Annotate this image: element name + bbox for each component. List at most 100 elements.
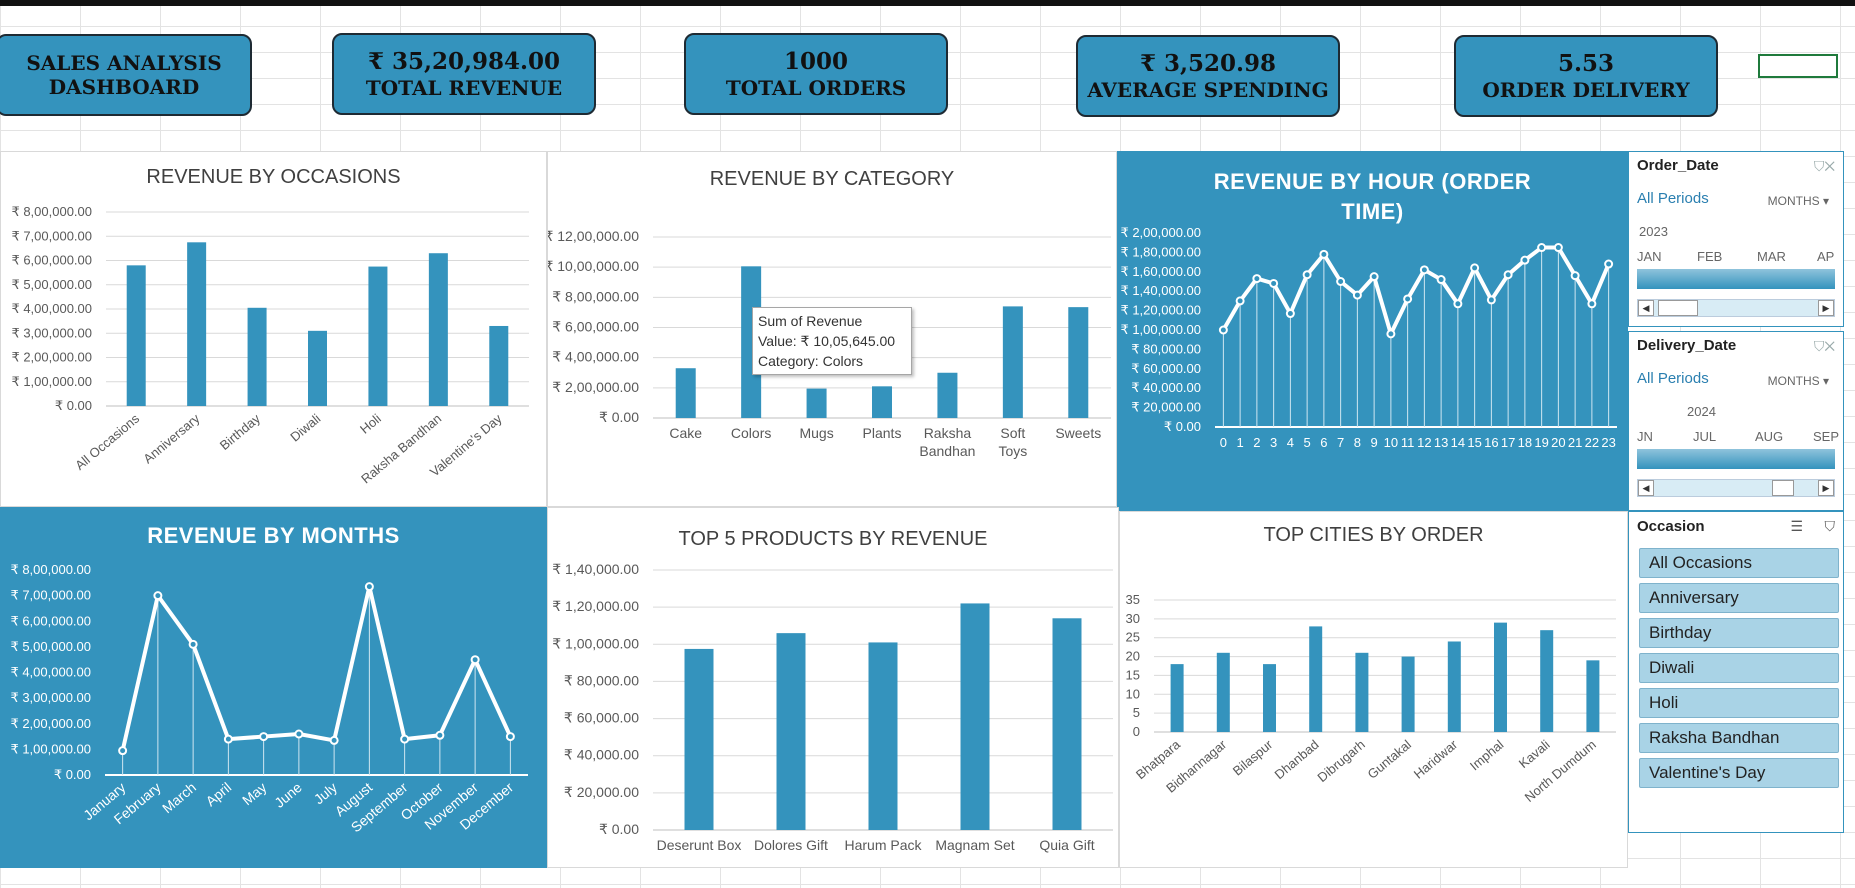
data-point: [329, 735, 339, 745]
bar: [247, 307, 267, 406]
x-tick-label: 5: [1304, 435, 1311, 450]
occasion-item[interactable]: Holi: [1639, 688, 1839, 718]
x-tick-label: 11: [1401, 435, 1415, 450]
revenue-by-hour-panel[interactable]: REVENUE BY HOUR (ORDER TIME) ₹ 0.00 ₹ 20,…: [1117, 151, 1628, 511]
x-tick-label: 19: [1534, 435, 1548, 450]
data-point: [470, 655, 480, 665]
y-tick-label: ₹ 1,00,000.00: [10, 741, 91, 756]
timeline-selection-bar[interactable]: [1637, 269, 1835, 289]
top-products-panel[interactable]: TOP 5 PRODUCTS BY REVENUE ₹ 0.00 ₹ 20,000…: [547, 507, 1119, 868]
y-tick-label: ₹ 1,00,000.00: [552, 635, 639, 651]
timeline-scrollbar[interactable]: ◀ ▶: [1637, 299, 1835, 317]
y-tick-label: 15: [1126, 667, 1140, 682]
data-point: [1386, 329, 1396, 339]
month-label: MAR: [1757, 249, 1786, 264]
data-point: [1269, 278, 1279, 288]
bar: [806, 388, 827, 418]
occasion-slicer[interactable]: Occasion ☰ ⛉ All Occasions Anniversary B…: [1628, 511, 1844, 833]
top-cities-chart[interactable]: 05101520253035BhatparaBidhannagar Bilaspu…: [1120, 512, 1628, 868]
data-point: [1369, 272, 1379, 282]
revenue-by-months-chart[interactable]: ₹ 0.00 ₹ 1,00,000.00 ₹ 2,00,000.00 ₹ 3,00,0…: [0, 507, 547, 868]
x-tick-label: 17: [1501, 435, 1515, 450]
y-tick-label: ₹ 7,00,000.00: [10, 588, 91, 603]
scroll-left-icon[interactable]: ◀: [1638, 300, 1654, 316]
bar: [1068, 307, 1089, 418]
x-tick-label: Imphal: [1467, 737, 1507, 774]
clear-filter-icon[interactable]: ⛉✕: [1814, 158, 1835, 175]
x-tick-label: 7: [1337, 435, 1344, 450]
occasion-item[interactable]: Diwali: [1639, 653, 1839, 683]
data-point: [1503, 270, 1513, 280]
revenue-by-occasions-chart[interactable]: ₹ 0.00 ₹ 1,00,000.00 ₹ 2,00,000.00 ₹ 3,00,0…: [1, 152, 547, 507]
period-selector[interactable]: All Periods: [1637, 370, 1709, 387]
average-spending-card: ₹ 3,520.98 AVERAGE SPENDING: [1076, 35, 1340, 117]
total-orders-value: 1000: [783, 48, 848, 76]
y-tick-label: ₹ 1,20,000.00: [1120, 303, 1201, 318]
data-point: [188, 639, 198, 649]
occasion-item[interactable]: Birthday: [1639, 618, 1839, 648]
timeline-scrollbar[interactable]: ◀ ▶: [1637, 479, 1835, 497]
x-tick-label: 12: [1417, 435, 1431, 450]
y-tick-label: 5: [1133, 705, 1140, 720]
x-tick-label: Anniversary: [140, 410, 203, 466]
y-tick-label: ₹ 20,000.00: [1131, 400, 1201, 415]
y-tick-label: ₹ 0.00: [55, 398, 92, 413]
y-tick-label: ₹ 4,00,000.00: [10, 665, 91, 680]
clear-filter-icon[interactable]: ⛉✕: [1814, 338, 1835, 355]
y-tick-label: ₹ 5,00,000.00: [10, 639, 91, 654]
bar: [428, 253, 448, 406]
x-tick-label: Magnam Set: [935, 837, 1014, 853]
time-level-dropdown[interactable]: MONTHS ▾: [1768, 194, 1829, 208]
month-label: SEP: [1813, 429, 1840, 444]
top-products-chart[interactable]: ₹ 0.00 ₹ 20,000.00 ₹ 40,000.00 ₹ 60,000.00 ₹…: [548, 508, 1119, 868]
timeline-selection-bar[interactable]: [1637, 449, 1835, 469]
occasion-item[interactable]: Valentine's Day: [1639, 758, 1839, 788]
selected-cell[interactable]: [1758, 54, 1838, 78]
multi-select-icon[interactable]: ☰: [1790, 518, 1803, 535]
data-point: [505, 732, 515, 742]
time-level-label: MONTHS: [1767, 374, 1820, 388]
occasion-item[interactable]: All Occasions: [1639, 548, 1839, 578]
bar: [1494, 622, 1507, 732]
order-date-slicer[interactable]: Order_Date ⛉✕ All Periods MONTHS ▾ 2023 …: [1628, 151, 1844, 327]
x-tick-label: 4: [1287, 435, 1294, 450]
month-label: JN: [1637, 429, 1653, 444]
month-label: JUL: [1693, 429, 1717, 444]
revenue-by-months-panel[interactable]: REVENUE BY MONTHS ₹ 0.00 ₹ 1,00,000.00 ₹ 2…: [0, 507, 547, 868]
scroll-thumb[interactable]: [1772, 480, 1794, 496]
total-revenue-label: TOTAL REVENUE: [365, 75, 563, 100]
y-tick-label: ₹ 6,00,000.00: [10, 613, 91, 628]
occasion-item[interactable]: Raksha Bandhan: [1639, 723, 1839, 753]
data-point: [1218, 325, 1228, 335]
scroll-right-icon[interactable]: ▶: [1818, 480, 1834, 496]
scroll-thumb[interactable]: [1658, 300, 1698, 316]
y-tick-label: ₹ 1,80,000.00: [1120, 244, 1201, 259]
scroll-left-icon[interactable]: ◀: [1638, 480, 1654, 496]
year-label: 2023: [1639, 224, 1668, 239]
chevron-down-icon: ▾: [1822, 374, 1829, 388]
y-tick-label: 20: [1126, 649, 1140, 664]
y-tick-label: ₹ 0.00: [599, 821, 639, 837]
period-selector[interactable]: All Periods: [1637, 190, 1709, 207]
x-tick-label: 0: [1220, 435, 1227, 450]
delivery-date-slicer[interactable]: Delivery_Date ⛉✕ All Periods MONTHS ▾ 20…: [1628, 331, 1844, 511]
x-tick-label: Mugs: [799, 425, 833, 441]
x-tick-label: Soft Toys: [998, 425, 1027, 459]
time-level-dropdown[interactable]: MONTHS ▾: [1768, 374, 1829, 388]
series-line: [1221, 245, 1611, 336]
data-point: [118, 746, 128, 756]
y-tick-label: 25: [1126, 630, 1140, 645]
scroll-right-icon[interactable]: ▶: [1818, 300, 1834, 316]
bar: [126, 265, 146, 406]
revenue-by-hour-chart[interactable]: ₹ 0.00 ₹ 20,000.00 ₹ 40,000.00 ₹ 60,000.00 ₹…: [1117, 151, 1628, 511]
revenue-by-occasions-panel[interactable]: REVENUE BY OCCASIONS ₹ 0.00 ₹ 1,00,000.00…: [0, 151, 547, 507]
series-line: [120, 584, 513, 752]
top-cities-panel[interactable]: TOP CITIES BY ORDER 0 5 10 15 20 25 30 35 Bhatpa…: [1119, 511, 1628, 868]
data-point: [1520, 255, 1530, 265]
occasion-item[interactable]: Anniversary: [1639, 583, 1839, 613]
data-point: [1252, 274, 1262, 284]
y-tick-label: ₹ 40,000.00: [564, 747, 639, 763]
y-tick-label: ₹ 80,000.00: [1131, 341, 1201, 356]
clear-filter-icon[interactable]: ⛉: [1825, 518, 1836, 535]
x-tick-label: 8: [1354, 435, 1361, 450]
